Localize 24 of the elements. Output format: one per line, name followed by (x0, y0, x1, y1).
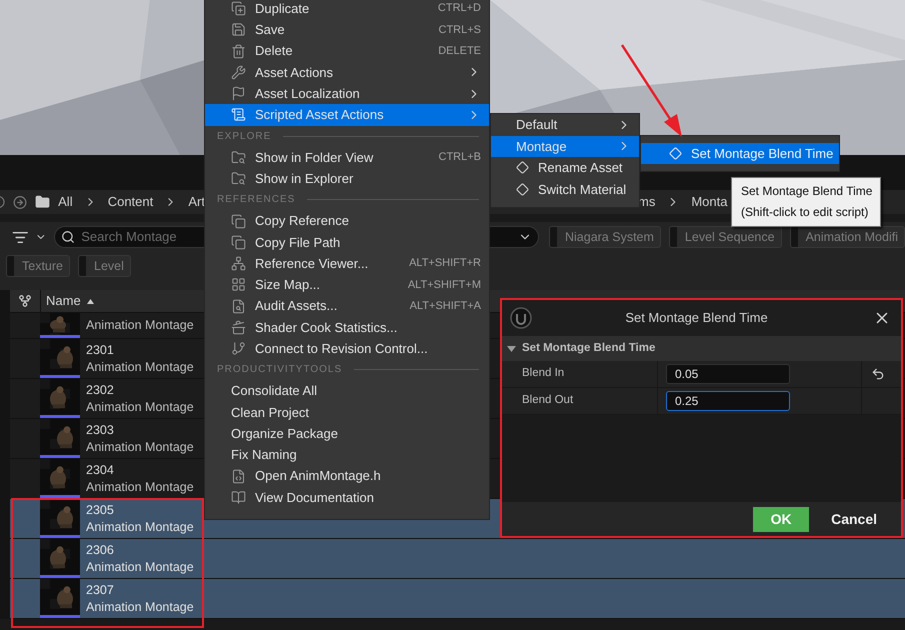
section-header: Set Montage Blend Time (522, 340, 656, 356)
asset-name: 2301 (86, 342, 115, 358)
asset-name: 2307 (86, 582, 115, 598)
dialog-title: Set Montage Blend Time (624, 309, 769, 328)
menu-section-header: PRODUCTIVITYTOOLS (217, 363, 342, 378)
field-label: Blend Out (522, 393, 574, 408)
asset-type: Animation Montage (86, 358, 194, 376)
asset-type: Animation Montage (86, 438, 194, 456)
asset-name: 2302 (86, 382, 115, 398)
asset-type: Animation Montage (86, 558, 194, 576)
field-label: Blend In (522, 366, 564, 382)
asset-type: Animation Montage (86, 317, 194, 334)
asset-type: Animation Montage (86, 518, 194, 536)
menu-section-header: EXPLORE (217, 130, 272, 144)
asset-type: Animation Montage (86, 478, 194, 496)
asset-name: 2305 (86, 502, 115, 518)
asset-name: 2306 (86, 542, 115, 558)
asset-name: 2304 (86, 462, 115, 478)
menu-section-header: REFERENCES (217, 193, 296, 208)
asset-name: 2303 (86, 422, 115, 438)
tooltip-text: Set Montage Blend Time (741, 185, 874, 198)
asset-type: Animation Montage (86, 598, 194, 616)
asset-type: Animation Montage (86, 398, 194, 416)
tooltip-text: (Shift-click to edit script) (741, 206, 870, 219)
